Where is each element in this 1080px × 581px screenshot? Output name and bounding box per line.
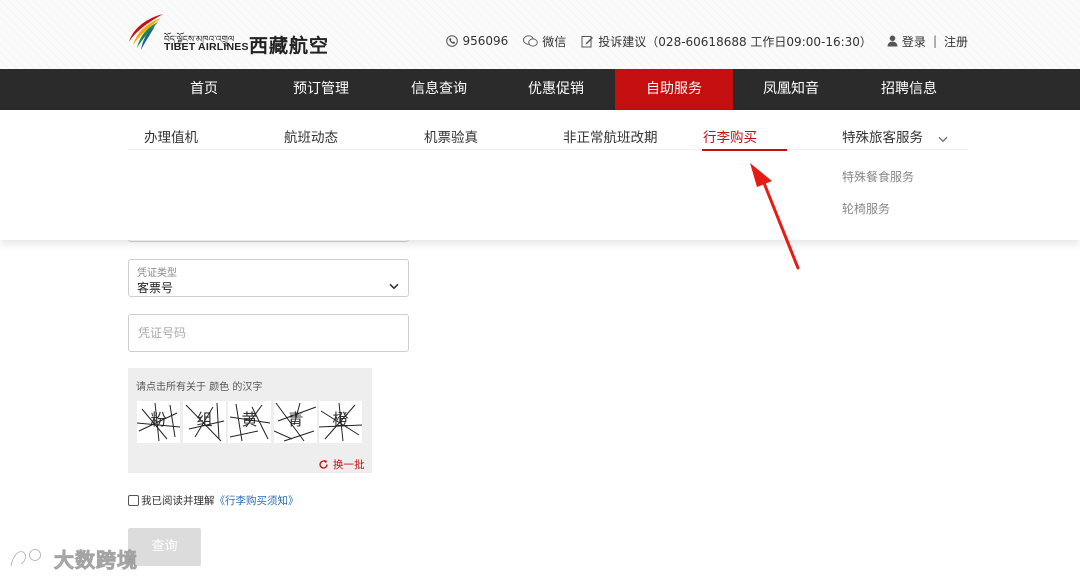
nav-item-promotions[interactable]: 优惠促销 xyxy=(497,69,615,110)
subnav-item-ticket-verify[interactable]: 机票验真 xyxy=(424,126,478,146)
subnav-divider xyxy=(128,149,968,150)
wechat-link[interactable]: 微信 xyxy=(523,33,566,50)
voucher-type-label: 凭证类型 xyxy=(137,268,177,279)
subnav-item-flight-status[interactable]: 航班动态 xyxy=(284,126,338,146)
captcha-noise xyxy=(319,402,362,442)
wheelchair-link[interactable]: 轮椅服务 xyxy=(842,200,890,217)
top-links: 956096 微信 投诉建议（028-60618688 工作日09:00-16:… xyxy=(446,32,968,50)
baggage-terms-link[interactable]: 《行李购买须知》 xyxy=(215,493,299,508)
captcha-tile[interactable]: 青 xyxy=(274,401,317,443)
nav-item-self-service[interactable]: 自助服务 xyxy=(615,69,733,110)
wechat-label: 微信 xyxy=(542,34,567,49)
login-label: 登录 xyxy=(901,34,926,49)
special-meal-link[interactable]: 特殊餐食服务 xyxy=(842,168,914,185)
phone-icon xyxy=(446,35,459,47)
agree-text: 我已阅读并理解 xyxy=(141,495,215,507)
agree-checkbox[interactable] xyxy=(128,495,139,506)
main-nav: 首页 预订管理 信息查询 优惠促销 自助服务 凤凰知音 招聘信息 xyxy=(0,69,1080,110)
logo-swoosh-icon xyxy=(129,14,163,50)
captcha-refresh-button[interactable]: 换一批 xyxy=(318,457,365,472)
watermark-text: 大数跨境 xyxy=(54,548,138,573)
nav-item-booking-management[interactable]: 预订管理 xyxy=(262,69,380,110)
refresh-label: 换一批 xyxy=(333,459,365,471)
chevron-down-icon xyxy=(389,275,399,294)
hotline[interactable]: 956096 xyxy=(446,34,508,48)
active-tab-underline xyxy=(702,149,787,151)
login-register-separator: | xyxy=(932,34,937,48)
logo-chinese-text: 西藏航空 xyxy=(249,35,330,57)
subnav-item-special-passenger[interactable]: 特殊旅客服务 xyxy=(842,126,923,146)
tibet-airlines-logo[interactable]: བོད་ལྗོངས་མཁའ་འགྲུལ TIBET AIRLINES 西藏航空 xyxy=(127,12,342,58)
captcha-noise xyxy=(185,402,225,442)
complaint-label: 投诉建议（028-60618688 工作日09:00-16:30） xyxy=(598,34,872,49)
agree-terms: 我已阅读并理解 《行李购买须知》 xyxy=(128,493,299,508)
captcha-tile[interactable]: 橙 xyxy=(319,401,362,443)
refresh-icon xyxy=(319,460,328,469)
voucher-type-select[interactable]: 凭证类型 客票号 xyxy=(128,259,409,297)
voucher-type-value: 客票号 xyxy=(137,281,174,295)
logo-english-text: TIBET AIRLINES xyxy=(164,41,249,53)
voucher-number-input[interactable] xyxy=(128,314,409,352)
captcha-box: 请点击所有关于 颜色 的汉字 粉 组 黄 青 橙 换一批 xyxy=(128,368,372,473)
subnav-item-irregular-flight-change[interactable]: 非正常航班改期 xyxy=(563,126,658,146)
captcha-prompt: 请点击所有关于 颜色 的汉字 xyxy=(136,382,263,393)
watermark-logo-icon xyxy=(9,547,46,567)
subnav-item-baggage-purchase[interactable]: 行李购买 xyxy=(703,126,757,146)
user-icon xyxy=(887,35,898,47)
edit-icon xyxy=(581,35,594,48)
complaint-link[interactable]: 投诉建议（028-60618688 工作日09:00-16:30） xyxy=(581,33,872,50)
register-link[interactable]: 注册 xyxy=(944,33,968,50)
nav-item-home[interactable]: 首页 xyxy=(145,69,263,110)
captcha-tile[interactable]: 黄 xyxy=(228,401,271,443)
nav-item-careers[interactable]: 招聘信息 xyxy=(850,69,968,110)
captcha-noise xyxy=(137,402,180,442)
wechat-icon xyxy=(523,35,539,47)
nav-item-phoenix-miles[interactable]: 凤凰知音 xyxy=(732,69,850,110)
captcha-noise xyxy=(229,403,271,442)
site-header: བོད་ལྗོངས་མཁའ་འགྲུལ TIBET AIRLINES 西藏航空 … xyxy=(0,0,1080,69)
chevron-down-icon[interactable] xyxy=(938,128,948,147)
captcha-tile[interactable]: 组 xyxy=(183,401,226,443)
watermark: 大数跨境 xyxy=(8,544,138,573)
nav-item-info-query[interactable]: 信息查询 xyxy=(380,69,498,110)
subnav-item-checkin[interactable]: 办理值机 xyxy=(144,126,198,146)
hotline-number: 956096 xyxy=(462,34,509,48)
login-link[interactable]: 登录 xyxy=(887,33,926,50)
captcha-tile[interactable]: 粉 xyxy=(137,401,180,443)
captcha-noise xyxy=(274,402,317,442)
query-button[interactable]: 查询 xyxy=(128,528,201,566)
